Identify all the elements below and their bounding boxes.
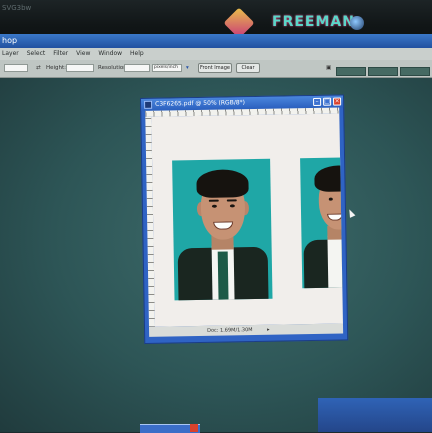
units-value: pixels/inch: [154, 65, 178, 70]
bezel-label: SVG3bw: [2, 4, 32, 12]
close-button[interactable]: ×: [333, 97, 342, 106]
app-title-bar: hop: [0, 34, 432, 48]
portrait-photo: [300, 157, 343, 289]
menu-bar: Layer Select Filter View Window Help: [0, 48, 432, 60]
front-image-button[interactable]: Front Image: [198, 63, 232, 73]
palette-well-icon[interactable]: ▣: [326, 65, 331, 71]
doc-size-info: Doc: 1.69M/1.30M: [207, 327, 253, 334]
hair: [314, 165, 343, 192]
width-field[interactable]: [4, 64, 28, 72]
hair: [196, 169, 249, 199]
taskbar-panel: [318, 398, 432, 432]
menu-item-select[interactable]: Select: [27, 48, 46, 60]
status-menu-arrow-icon[interactable]: ▸: [267, 325, 270, 335]
document-title: C3F6265.pdf @ 50% (RGB/8*): [155, 99, 246, 108]
clear-button[interactable]: Clear: [236, 63, 260, 73]
photoshop-icon: [144, 100, 153, 109]
globe-icon: [350, 16, 364, 30]
height-label: Height:: [46, 65, 67, 71]
document-window[interactable]: C3F6265.pdf @ 50% (RGB/8*) – □ × Doc: 1.…: [140, 94, 349, 344]
minimize-button[interactable]: –: [313, 97, 322, 106]
taskbar-close-icon[interactable]: [190, 424, 198, 432]
brand-name: FREEMAN: [272, 14, 355, 30]
portrait-photo: [172, 158, 273, 301]
palette-tab-1[interactable]: [336, 67, 366, 76]
document-status-bar: Doc: 1.69M/1.30M ▸: [148, 323, 344, 337]
palette-tab-2[interactable]: [368, 67, 398, 76]
app-title: hop: [2, 36, 18, 45]
front-image-label: Front Image: [200, 65, 230, 71]
menu-item-window[interactable]: Window: [98, 48, 122, 60]
menu-item-help[interactable]: Help: [130, 48, 144, 60]
shirt: [327, 235, 343, 289]
dropdown-icon[interactable]: ▾: [186, 65, 189, 71]
eyebrow: [208, 199, 219, 202]
menu-item-filter[interactable]: Filter: [53, 48, 68, 60]
eye: [328, 197, 333, 201]
resolution-field[interactable]: [124, 64, 150, 72]
height-field[interactable]: [66, 64, 94, 72]
menu-item-layer[interactable]: Layer: [2, 48, 19, 60]
palette-tab-3[interactable]: [400, 67, 430, 76]
eyebrow: [226, 199, 237, 202]
tie: [217, 251, 229, 300]
clear-label: Clear: [241, 65, 255, 71]
units-select[interactable]: pixels/inch: [152, 64, 182, 72]
swap-icon[interactable]: ⇄: [36, 65, 41, 71]
maximize-button[interactable]: □: [323, 97, 332, 106]
document-canvas[interactable]: [151, 113, 343, 327]
options-bar: ⇄ Height: Resolution: pixels/inch ▾ Fron…: [0, 60, 432, 78]
menu-item-view[interactable]: View: [76, 48, 90, 60]
